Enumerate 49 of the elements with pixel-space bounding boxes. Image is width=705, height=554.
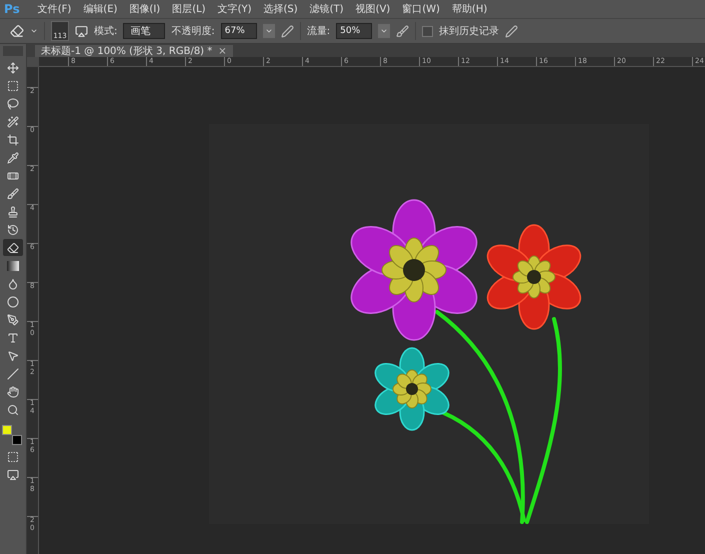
menu-item[interactable]: 文件(F) xyxy=(38,2,72,16)
menu-item[interactable]: 帮助(H) xyxy=(452,2,488,16)
stamp-icon xyxy=(7,206,19,218)
wand-icon xyxy=(7,116,19,128)
caret-icon xyxy=(380,27,388,35)
type-icon xyxy=(7,332,19,344)
flow-dropdown-button[interactable] xyxy=(378,24,390,38)
history-label: 抹到历史记录 xyxy=(439,24,500,38)
brush-icon xyxy=(7,188,19,200)
opacity-field[interactable]: 67% xyxy=(220,23,257,39)
tool-button[interactable] xyxy=(3,239,23,256)
pointer-icon xyxy=(7,350,19,362)
mode-label: 模式: xyxy=(94,24,118,38)
flow-field[interactable]: 50% xyxy=(336,23,372,39)
lasso-icon xyxy=(7,98,19,110)
eraser-icon xyxy=(7,242,19,254)
pen-icon xyxy=(7,314,19,326)
menu-item[interactable]: 图层(L) xyxy=(172,2,206,16)
foreground-swatch[interactable] xyxy=(2,425,12,435)
opacity-label: 不透明度: xyxy=(171,24,215,38)
app-logo: Ps xyxy=(4,2,20,16)
menu-item[interactable]: 图像(I) xyxy=(129,2,160,16)
menu-item[interactable]: 窗口(W) xyxy=(402,2,440,16)
close-tab-button[interactable]: × xyxy=(218,46,227,56)
flow-label: 流量: xyxy=(306,24,330,38)
opacity-dropdown-button[interactable] xyxy=(262,24,275,38)
crop-icon xyxy=(7,134,19,146)
menu-item[interactable]: 视图(V) xyxy=(356,2,390,16)
checkbox[interactable] xyxy=(422,26,434,36)
eyedropper-icon xyxy=(7,152,19,164)
eraser-icon[interactable] xyxy=(10,24,24,38)
marquee-icon xyxy=(7,80,19,92)
line-icon xyxy=(7,368,19,380)
gradient-icon xyxy=(7,260,19,270)
document-tab[interactable]: 未标题-1 @ 100% (形状 3, RGB/8) * × xyxy=(35,45,233,57)
droplet-icon xyxy=(7,278,19,290)
caret-icon[interactable] xyxy=(30,27,38,35)
zoom-icon xyxy=(7,404,19,416)
mode-dropdown[interactable]: 画笔 xyxy=(123,23,166,39)
background-swatch[interactable] xyxy=(12,435,22,445)
caret-icon xyxy=(264,27,273,35)
hand-icon xyxy=(7,386,19,398)
menu-item[interactable]: 编辑(E) xyxy=(83,2,118,16)
menu-item[interactable]: 选择(S) xyxy=(263,2,298,16)
bandage-icon xyxy=(7,170,19,182)
move-icon xyxy=(7,62,19,74)
menu-item[interactable]: 文字(Y) xyxy=(218,2,252,16)
menu-item[interactable]: 滤镜(T) xyxy=(310,2,344,16)
history-brush-icon xyxy=(7,224,19,236)
